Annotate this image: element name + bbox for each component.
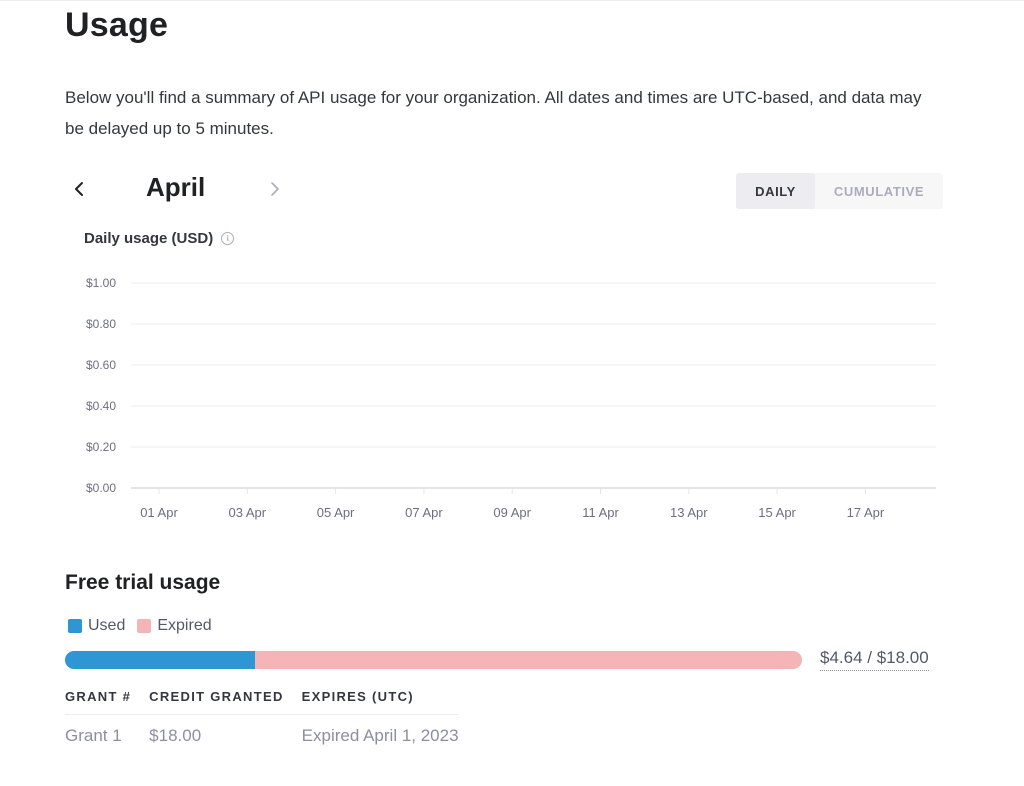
x-tick-label: 17 Apr <box>847 505 885 520</box>
info-icon[interactable]: i <box>221 232 235 245</box>
previous-month-button[interactable] <box>65 170 93 208</box>
column-header-credit: CREDIT GRANTED <box>149 689 302 715</box>
x-tick-label: 03 Apr <box>229 505 267 520</box>
x-tick-label: 15 Apr <box>758 505 796 520</box>
month-navigator: April <box>65 170 365 208</box>
free-trial-progress-bar <box>65 651 802 669</box>
next-month-button[interactable] <box>261 170 289 208</box>
x-tick-label: 01 Apr <box>140 505 178 520</box>
expires-cell: Expired April 1, 2023 <box>301 726 459 745</box>
free-trial-title: Free trial usage <box>65 571 221 594</box>
chevron-right-icon <box>271 182 279 196</box>
progress-used-segment <box>65 651 255 669</box>
grant-id-cell: Grant 1 <box>65 726 122 745</box>
tab-cumulative[interactable]: CUMULATIVE <box>815 173 943 209</box>
daily-usage-chart: $0.00 $0.20 $0.40 $0.60 $0.80 $1.00 01 Apr 03 A… <box>0 260 1024 540</box>
page-title: Usage <box>65 6 169 44</box>
column-header-grant: GRANT # <box>65 689 150 715</box>
credit-cell: $18.00 <box>149 726 202 745</box>
y-tick-label: $0.20 <box>86 440 116 454</box>
y-tick-label: $0.80 <box>86 317 116 331</box>
table-row: Grant 1 $18.00 Expired April 1, 2023 <box>65 715 459 747</box>
tab-daily[interactable]: DAILY <box>736 173 815 209</box>
top-divider <box>0 0 1024 1</box>
chevron-left-icon <box>75 182 83 196</box>
chart-svg: $0.00 $0.20 $0.40 $0.60 $0.80 $1.00 01 Apr 03 A… <box>86 276 936 520</box>
progress-expired-segment <box>254 651 802 669</box>
grants-header-row: GRANT # CREDIT GRANTED EXPIRES (UTC) <box>65 689 459 715</box>
column-header-expires: EXPIRES (UTC) <box>301 689 459 715</box>
view-toggle: DAILY CUMULATIVE <box>736 173 943 209</box>
y-tick-label: $1.00 <box>86 276 116 290</box>
x-tick-label: 09 Apr <box>493 505 531 520</box>
chart-title-text: Daily usage (USD) <box>84 230 214 247</box>
free-trial-legend: Used Expired <box>68 617 212 635</box>
usage-total-label[interactable]: $4.64 / $18.00 <box>820 648 929 671</box>
used-swatch <box>68 619 82 633</box>
y-tick-label: $0.60 <box>86 358 116 372</box>
legend-item-expired: Expired <box>137 617 212 635</box>
x-tick-label: 13 Apr <box>670 505 708 520</box>
chart-title: Daily usage (USD) i <box>84 230 235 247</box>
expired-swatch <box>137 619 152 633</box>
legend-label-used: Used <box>88 617 126 634</box>
page-description: Below you'll find a summary of API usage… <box>65 88 922 138</box>
x-tick-label: 11 Apr <box>582 505 619 520</box>
x-tick-label: 07 Apr <box>405 505 443 520</box>
legend-item-used: Used <box>68 617 125 635</box>
grants-table: GRANT # CREDIT GRANTED EXPIRES (UTC) Gra… <box>65 689 459 746</box>
month-label: April <box>146 172 206 202</box>
x-tick-label: 05 Apr <box>317 505 355 520</box>
y-tick-label: $0.00 <box>86 481 116 495</box>
legend-label-expired: Expired <box>157 617 212 634</box>
y-tick-label: $0.40 <box>86 399 116 413</box>
